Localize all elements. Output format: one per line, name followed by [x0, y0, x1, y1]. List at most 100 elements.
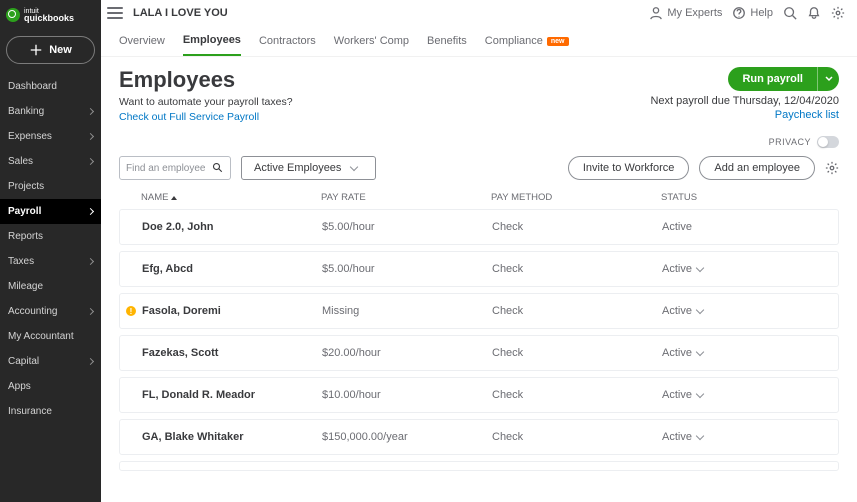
employee-name: Doe 2.0, John	[142, 221, 214, 233]
chevron-right-icon	[87, 158, 94, 165]
chevron-right-icon	[87, 308, 94, 315]
tab-contractors[interactable]: Contractors	[259, 27, 316, 55]
pay-rate: $5.00/hour	[322, 221, 492, 233]
person-icon	[649, 6, 663, 20]
pay-rate: $20.00/hour	[322, 347, 492, 359]
status-dropdown[interactable]: Active	[662, 389, 816, 401]
pay-method: Check	[492, 431, 662, 443]
status-dropdown[interactable]: Active	[662, 305, 816, 317]
table-row[interactable]: Efg, Abcd $5.00/hour Check Active	[119, 251, 839, 287]
chevron-right-icon	[87, 133, 94, 140]
chevron-down-icon	[696, 306, 704, 314]
sidebar-item-dashboard[interactable]: Dashboard	[0, 74, 101, 99]
sidebar-item-label: Expenses	[8, 131, 52, 142]
col-status[interactable]: STATUS	[661, 192, 817, 203]
sidebar-item-reports[interactable]: Reports	[0, 224, 101, 249]
sidebar-item-mileage[interactable]: Mileage	[0, 274, 101, 299]
chevron-down-icon	[696, 390, 704, 398]
col-name[interactable]: NAME	[141, 192, 321, 203]
sidebar-item-banking[interactable]: Banking	[0, 99, 101, 124]
run-payroll-dropdown[interactable]	[817, 67, 839, 91]
pay-method: Check	[492, 389, 662, 401]
sidebar-item-insurance[interactable]: Insurance	[0, 399, 101, 424]
sidebar-item-accounting[interactable]: Accounting	[0, 299, 101, 324]
table-header: NAME PAY RATE PAY METHOD STATUS	[119, 184, 839, 209]
chevron-right-icon	[87, 208, 94, 215]
sidebar-item-capital[interactable]: Capital	[0, 349, 101, 374]
sidebar-item-taxes[interactable]: Taxes	[0, 249, 101, 274]
promo-text: Want to automate your payroll taxes? Che…	[119, 95, 293, 124]
tab-compliance[interactable]: Compliancenew	[485, 27, 569, 55]
sidebar-item-apps[interactable]: Apps	[0, 374, 101, 399]
status-dropdown[interactable]: Active	[662, 347, 816, 359]
employee-name: Fazekas, Scott	[142, 347, 218, 359]
sidebar-item-label: Sales	[8, 156, 33, 167]
search-icon	[212, 162, 224, 174]
tab-employees[interactable]: Employees	[183, 26, 241, 56]
pay-rate: Missing	[322, 305, 492, 317]
table-row[interactable]: !Fasola, Doremi Missing Check Active	[119, 293, 839, 329]
employee-name: GA, Blake Whitaker	[142, 431, 243, 443]
pay-rate: $10.00/hour	[322, 389, 492, 401]
col-rate[interactable]: PAY RATE	[321, 192, 491, 203]
logo-name: quickbooks	[24, 15, 74, 22]
table-row[interactable]: GA, Blake Whitaker $150,000.00/year Chec…	[119, 419, 839, 455]
sidebar-item-expenses[interactable]: Expenses	[0, 124, 101, 149]
plus-icon	[29, 43, 43, 57]
new-button[interactable]: New	[6, 36, 95, 64]
table-row[interactable]: Fazekas, Scott $20.00/hour Check Active	[119, 335, 839, 371]
chevron-right-icon	[87, 358, 94, 365]
help-link[interactable]: Help	[732, 6, 773, 20]
employee-name: Efg, Abcd	[142, 263, 193, 275]
tabs: Overview Employees Contractors Workers' Com…	[101, 26, 857, 57]
sidebar-item-label: Dashboard	[8, 81, 57, 92]
bell-icon[interactable]	[807, 6, 821, 20]
paycheck-list-link[interactable]: Paycheck list	[650, 109, 839, 121]
sidebar-item-my-accountant[interactable]: My Accountant	[0, 324, 101, 349]
gear-icon[interactable]	[831, 6, 845, 20]
sidebar-item-projects[interactable]: Projects	[0, 174, 101, 199]
employee-name: FL, Donald R. Meador	[142, 389, 255, 401]
status-dropdown[interactable]: Active	[662, 263, 816, 275]
table-row[interactable]: Doe 2.0, John $5.00/hour Check Active	[119, 209, 839, 245]
tab-benefits[interactable]: Benefits	[427, 27, 467, 55]
status-dropdown: Active	[662, 221, 816, 233]
menu-icon[interactable]	[107, 7, 123, 19]
chevron-right-icon	[87, 258, 94, 265]
sidebar-item-label: Insurance	[8, 406, 52, 417]
status-dropdown[interactable]: Active	[662, 431, 816, 443]
sidebar-item-payroll[interactable]: Payroll	[0, 199, 101, 224]
quickbooks-logo-icon	[6, 8, 20, 22]
sidebar-item-label: Payroll	[8, 206, 41, 217]
tab-overview[interactable]: Overview	[119, 27, 165, 55]
sidebar-item-label: Taxes	[8, 256, 34, 267]
filter-dropdown[interactable]: Active Employees	[241, 156, 376, 180]
sort-asc-icon	[171, 196, 177, 200]
pay-method: Check	[492, 263, 662, 275]
privacy-label: PRIVACY	[769, 137, 811, 147]
run-payroll-group: Run payroll	[728, 67, 839, 91]
invite-button[interactable]: Invite to Workforce	[568, 156, 690, 180]
chevron-down-icon	[696, 348, 704, 356]
table-settings-icon[interactable]	[825, 161, 839, 175]
chevron-down-icon	[350, 163, 358, 171]
col-method[interactable]: PAY METHOD	[491, 192, 661, 203]
employee-name: Fasola, Doremi	[142, 305, 221, 317]
search-placeholder: Find an employee	[126, 163, 206, 174]
sidebar-item-sales[interactable]: Sales	[0, 149, 101, 174]
promo-link[interactable]: Check out Full Service Payroll	[119, 111, 259, 123]
sidebar: intuit quickbooks New Dashboard Banking Ex…	[0, 0, 101, 502]
my-experts-link[interactable]: My Experts	[649, 6, 722, 20]
table-row[interactable]: FL, Donald R. Meador $10.00/hour Check A…	[119, 377, 839, 413]
add-employee-button[interactable]: Add an employee	[699, 156, 815, 180]
run-payroll-button[interactable]: Run payroll	[728, 67, 817, 91]
search-icon[interactable]	[783, 6, 797, 20]
pay-rate: $150,000.00/year	[322, 431, 492, 443]
sidebar-item-label: Capital	[8, 356, 39, 367]
chevron-down-icon	[696, 264, 704, 272]
chevron-down-icon	[696, 432, 704, 440]
privacy-toggle[interactable]	[817, 136, 839, 148]
logo[interactable]: intuit quickbooks	[0, 0, 101, 30]
search-input[interactable]: Find an employee	[119, 156, 231, 180]
tab-workers-comp[interactable]: Workers' Comp	[334, 27, 409, 55]
